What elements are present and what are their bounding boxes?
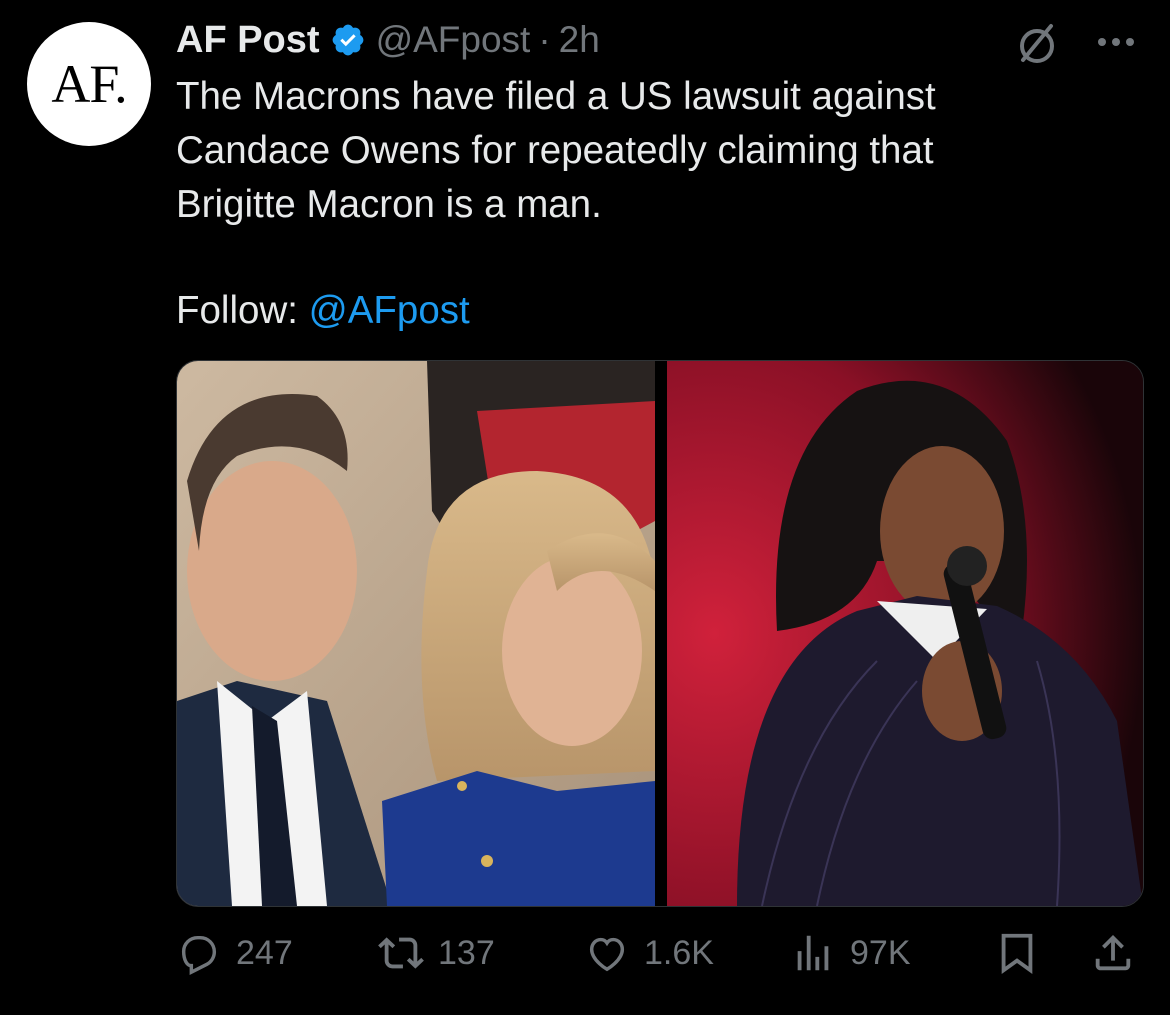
- views-icon: [797, 935, 829, 971]
- verified-badge-icon: [332, 24, 363, 56]
- like-icon: [589, 937, 625, 972]
- action-bar: 247 137 1.6K 97K: [0, 925, 1170, 985]
- views-count: 97K: [850, 933, 911, 972]
- share-icon: [1095, 934, 1131, 971]
- tweet-text: The Macrons have filed a US lawsuit agai…: [176, 70, 1136, 232]
- separator-dot: ·: [538, 19, 551, 60]
- tweet-time[interactable]: 2h: [559, 19, 600, 61]
- avatar[interactable]: AF.: [27, 22, 151, 146]
- like-button[interactable]: 1.6K: [584, 925, 714, 981]
- repost-count: 137: [438, 933, 495, 972]
- like-count: 1.6K: [644, 933, 714, 972]
- tweet-text-line: Candace Owens for repeatedly claiming th…: [176, 129, 934, 172]
- tweet-media[interactable]: [176, 360, 1144, 907]
- macron-photo: [177, 361, 655, 906]
- media-image: [177, 361, 1143, 906]
- tweet-text-line: Brigitte Macron is a man.: [176, 183, 602, 226]
- reply-icon: [181, 935, 217, 975]
- follow-line: Follow: @AFpost: [176, 284, 470, 338]
- share-button[interactable]: [1090, 925, 1136, 981]
- grok-icon[interactable]: [1015, 22, 1059, 66]
- follow-link[interactable]: @AFpost: [309, 289, 470, 332]
- tweet-text-line: The Macrons have filed a US lawsuit agai…: [176, 75, 936, 118]
- repost-button[interactable]: 137: [378, 925, 495, 981]
- follow-label: Follow:: [176, 289, 309, 332]
- bookmark-button[interactable]: [994, 925, 1040, 981]
- more-icon[interactable]: [1092, 22, 1140, 62]
- reply-button[interactable]: 247: [176, 925, 293, 981]
- avatar-text: AF.: [51, 54, 127, 114]
- bookmark-icon: [1001, 933, 1033, 974]
- owens-photo: [667, 361, 1143, 906]
- author-name[interactable]: AF Post: [176, 19, 320, 62]
- views-button[interactable]: 97K: [790, 925, 911, 981]
- repost-icon: [378, 937, 424, 969]
- author-handle[interactable]: @AFpost: [376, 19, 531, 61]
- reply-count: 247: [236, 933, 293, 972]
- tweet-header: AF Post @AFpost · 2h: [176, 16, 600, 64]
